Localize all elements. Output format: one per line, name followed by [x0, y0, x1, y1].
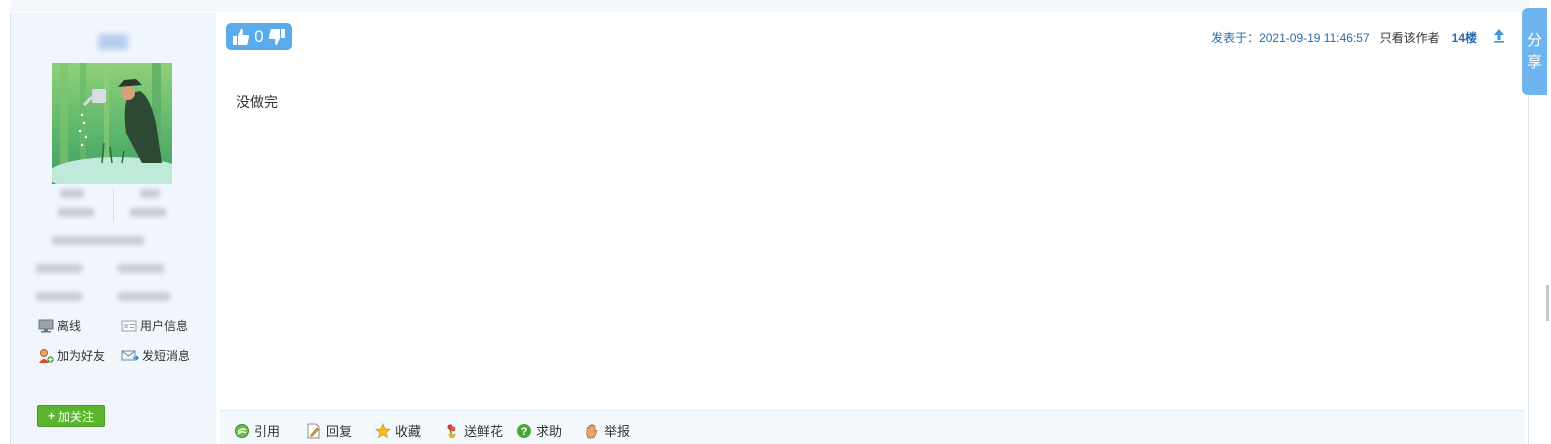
- report-label: 举报: [604, 424, 631, 439]
- user-field-blurred: [36, 264, 82, 273]
- plus-icon: +: [47, 409, 55, 423]
- posted-time: 2021-09-19 11:46:57: [1259, 30, 1370, 45]
- stat-label-blurred: [58, 208, 94, 217]
- stat-label-blurred: [130, 208, 166, 217]
- posted-label: 发表于：: [1211, 31, 1260, 45]
- stat-separator: [113, 188, 114, 222]
- share-label-line1: 分: [1526, 31, 1542, 49]
- stat-value-blurred: [140, 189, 160, 198]
- send-message-link[interactable]: 发短消息: [121, 347, 190, 364]
- vote-box: 0: [226, 23, 292, 50]
- send-message-label: 发短消息: [142, 349, 191, 363]
- thumbs-down-icon[interactable]: [268, 28, 286, 46]
- share-tab[interactable]: 分 享: [1522, 8, 1547, 95]
- stat-value-blurred: [60, 189, 84, 198]
- online-status-label: 离线: [57, 319, 82, 333]
- add-friend-link[interactable]: 加为好友: [38, 347, 105, 364]
- send-flower-button[interactable]: 送鲜花: [444, 421, 503, 440]
- star-icon: [375, 422, 391, 438]
- user-field-blurred: [118, 264, 164, 273]
- floor-number[interactable]: 14楼: [1452, 29, 1477, 46]
- svg-text:?: ?: [521, 426, 528, 438]
- share-label-line2: 享: [1526, 53, 1542, 71]
- help-label: 求助: [536, 424, 563, 439]
- vote-count: 0: [254, 26, 264, 46]
- favorite-label: 收藏: [395, 424, 422, 439]
- online-status: 离线: [38, 317, 81, 334]
- help-icon: ?: [517, 423, 531, 438]
- report-hand-icon: [586, 423, 598, 438]
- follow-label: 加关注: [58, 409, 95, 424]
- favorite-button[interactable]: 收藏: [375, 421, 421, 440]
- post-content: 没做完: [236, 94, 278, 110]
- scrollbar-thumb[interactable]: [1546, 285, 1549, 321]
- avatar-image: [52, 63, 172, 184]
- send-flower-label: 送鲜花: [464, 424, 504, 439]
- only-author-link[interactable]: 只看该作者: [1380, 29, 1440, 46]
- username-blurred[interactable]: [98, 34, 128, 50]
- user-group-blurred: [52, 236, 144, 245]
- quote-button[interactable]: 引用: [234, 421, 280, 440]
- add-friend-icon: [39, 348, 54, 363]
- reply-button[interactable]: 回复: [306, 421, 352, 440]
- avatar[interactable]: [52, 63, 172, 184]
- follow-button[interactable]: + 加关注: [37, 405, 105, 427]
- user-field-blurred: [118, 292, 170, 301]
- help-button[interactable]: ? 求助: [516, 421, 562, 440]
- report-button[interactable]: 举报: [584, 421, 630, 440]
- envelope-icon: [121, 350, 139, 360]
- thumbs-up-icon[interactable]: [232, 28, 250, 46]
- monitor-icon: [38, 319, 54, 332]
- post-meta: 发表于： 2021-09-19 11:46:57 只看该作者 14楼: [1211, 28, 1505, 47]
- quote-icon: [235, 423, 249, 438]
- profile-card-icon: [121, 320, 137, 331]
- flower-icon: [447, 423, 456, 438]
- quote-label: 引用: [254, 424, 281, 439]
- reply-label: 回复: [326, 424, 353, 439]
- user-profile-link[interactable]: 用户信息: [121, 317, 188, 334]
- user-field-blurred: [36, 292, 82, 301]
- user-profile-label: 用户信息: [140, 319, 189, 333]
- post-frame: [10, 12, 1529, 444]
- reply-icon: [307, 423, 320, 438]
- back-to-top-icon[interactable]: [1493, 28, 1505, 47]
- add-friend-label: 加为好友: [57, 349, 106, 363]
